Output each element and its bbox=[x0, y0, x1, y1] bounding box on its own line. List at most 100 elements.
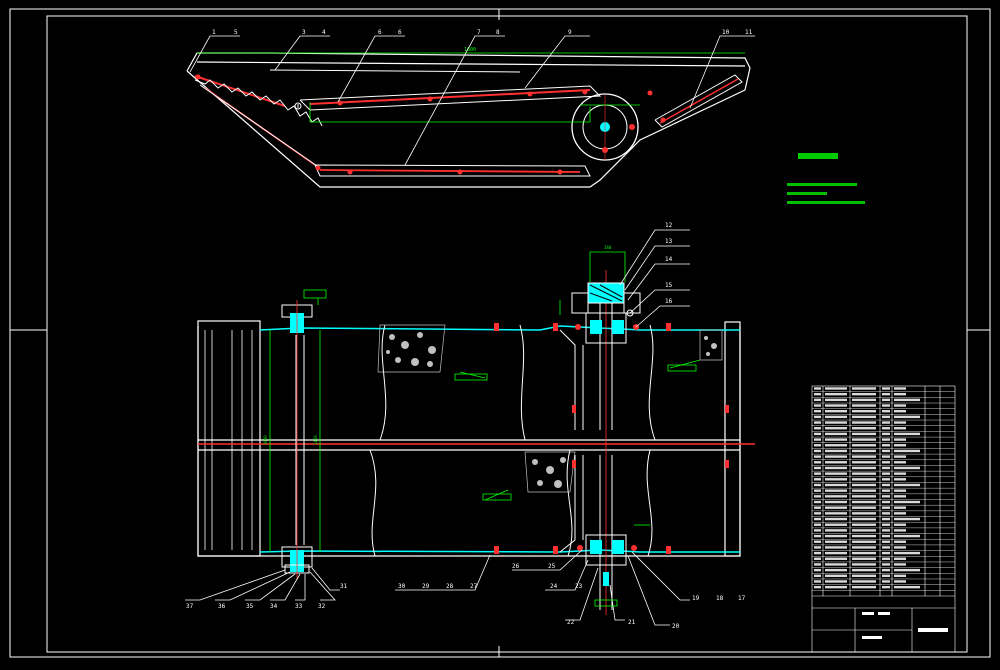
callout: 33 bbox=[295, 603, 303, 610]
bom-cell-text bbox=[894, 574, 906, 577]
callout: 5 bbox=[234, 29, 238, 36]
bom-cell-text bbox=[814, 568, 821, 572]
bom-cell-text bbox=[825, 444, 847, 447]
bom-cell-text bbox=[814, 546, 821, 549]
bom-cell-text bbox=[852, 404, 876, 407]
bom-cell-text bbox=[894, 563, 906, 566]
bom-cell-text bbox=[882, 540, 890, 543]
bom-cell-text bbox=[825, 387, 847, 390]
bom-cell-text bbox=[852, 455, 876, 458]
bom-cell-text bbox=[814, 495, 821, 498]
callout: 27 bbox=[470, 583, 478, 590]
bom-cell-text bbox=[882, 387, 890, 390]
bom-cell-text bbox=[894, 517, 920, 521]
callout: 14 bbox=[665, 256, 673, 263]
bom-cell-text bbox=[825, 580, 847, 583]
bom-cell-text bbox=[882, 432, 890, 436]
bom-cell-text bbox=[852, 568, 876, 572]
bom-cell-text bbox=[814, 398, 821, 402]
bom-cell-text bbox=[894, 483, 920, 487]
bom-cell-text bbox=[852, 392, 876, 396]
bom-cell-text bbox=[894, 466, 920, 470]
bom-cell-text bbox=[814, 427, 821, 430]
bom-cell-text bbox=[825, 438, 847, 441]
callout: 12 bbox=[665, 222, 673, 229]
bom-cell-text bbox=[825, 472, 847, 475]
bom-cell-text bbox=[814, 540, 821, 543]
callout: 20 bbox=[672, 623, 680, 630]
bom-cell-text bbox=[894, 455, 906, 458]
bom-cell-text bbox=[882, 557, 890, 560]
callout: 29 bbox=[422, 583, 430, 590]
bom-cell-text bbox=[882, 489, 890, 492]
bom-cell-text bbox=[882, 421, 890, 424]
svg-text:1450: 1450 bbox=[313, 435, 318, 445]
bom-cell-text bbox=[894, 449, 920, 453]
callout: 22 bbox=[567, 619, 575, 626]
callout: 21 bbox=[628, 619, 636, 626]
bom-cell-text bbox=[825, 398, 847, 402]
bom-cell-text bbox=[825, 432, 847, 436]
bom-cell-text bbox=[825, 585, 847, 589]
bom-cell-text bbox=[814, 421, 821, 424]
bom-cell-text bbox=[852, 427, 876, 430]
bom-cell-text bbox=[825, 404, 847, 407]
bom-cell-text bbox=[814, 387, 821, 390]
bom-cell-text bbox=[882, 517, 890, 521]
bom-cell-text bbox=[882, 415, 890, 419]
bom-cell-text bbox=[882, 546, 890, 549]
bom-cell-text bbox=[814, 455, 821, 458]
bom-cell-text bbox=[882, 455, 890, 458]
bom-cell-text bbox=[852, 540, 876, 543]
bom-cell-text bbox=[852, 421, 876, 424]
bom-cell-text bbox=[825, 392, 847, 396]
bom-cell-text bbox=[814, 483, 821, 487]
bom-cell-text bbox=[852, 438, 876, 441]
bom-cell-text bbox=[894, 500, 920, 504]
bom-cell-text bbox=[882, 585, 890, 589]
bom-cell-text bbox=[852, 551, 876, 555]
callout: 30 bbox=[398, 583, 406, 590]
bom-cell-text bbox=[852, 483, 876, 487]
bom-cell-text bbox=[825, 512, 847, 515]
bom-cell-text bbox=[882, 574, 890, 577]
callout: 37 bbox=[186, 603, 194, 610]
bom-cell-text bbox=[894, 568, 920, 572]
callout: 6 bbox=[398, 29, 402, 36]
callout: 7 bbox=[477, 29, 481, 36]
bom-cell-text bbox=[894, 398, 920, 402]
bom-cell-text bbox=[852, 563, 876, 566]
bom-cell-text bbox=[814, 580, 821, 583]
bom-cell-text bbox=[894, 580, 906, 583]
bom-cell-text bbox=[882, 392, 890, 396]
bom-cell-text bbox=[894, 512, 906, 515]
bom-cell-text bbox=[825, 540, 847, 543]
bom-cell-text bbox=[825, 557, 847, 560]
bom-cell-text bbox=[825, 478, 847, 481]
bom-cell-text bbox=[814, 392, 821, 396]
bom-cell-text bbox=[814, 534, 821, 538]
callout: 11 bbox=[745, 29, 753, 36]
bom-cell-text bbox=[894, 529, 906, 532]
bom-cell-text bbox=[852, 546, 876, 549]
callout: 32 bbox=[318, 603, 326, 610]
bom-cell-text bbox=[894, 392, 906, 396]
bom-cell-text bbox=[852, 472, 876, 475]
bom-cell-text bbox=[814, 557, 821, 560]
bom-cell-text bbox=[825, 410, 847, 413]
bom-cell-text bbox=[814, 444, 821, 447]
bom-cell-text bbox=[852, 444, 876, 447]
bom-cell-text bbox=[825, 461, 847, 464]
bom-cell-text bbox=[894, 546, 906, 549]
svg-text:140: 140 bbox=[604, 245, 612, 250]
bom-cell-text bbox=[882, 427, 890, 430]
bom-cell-text bbox=[882, 472, 890, 475]
callout: 3 bbox=[302, 29, 306, 36]
callout: 15 bbox=[665, 282, 673, 289]
bom-cell-text bbox=[825, 427, 847, 430]
bom-cell-text bbox=[825, 523, 847, 526]
bom-cell-text bbox=[882, 449, 890, 453]
svg-text:1600: 1600 bbox=[464, 47, 476, 53]
bom-cell-text bbox=[825, 534, 847, 538]
bom-cell-text bbox=[894, 523, 906, 526]
